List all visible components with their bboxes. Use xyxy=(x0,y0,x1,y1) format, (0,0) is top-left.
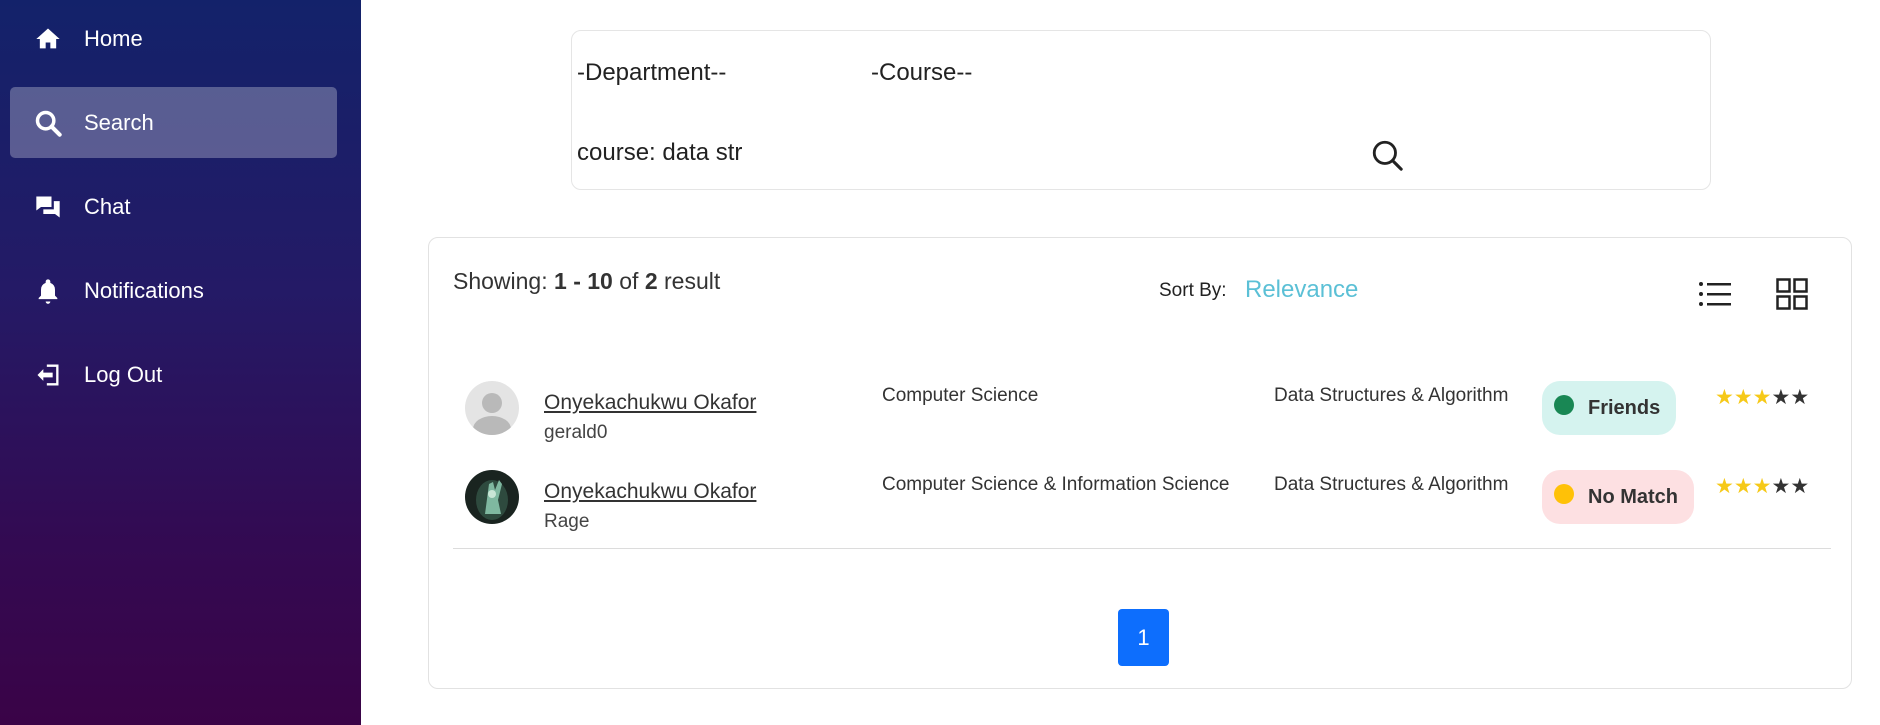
search-panel: -Department-- -Course-- xyxy=(571,30,1711,190)
grid-icon xyxy=(1776,278,1808,310)
star-icon: ★ xyxy=(1752,475,1772,498)
avatar xyxy=(465,470,519,524)
star-icon: ★ xyxy=(1733,386,1753,409)
chat-icon xyxy=(32,191,64,223)
of-label: of xyxy=(619,268,639,294)
star-icon: ★ xyxy=(1752,386,1772,409)
result-row: Onyekachukwu Okafor Rage Computer Scienc… xyxy=(453,470,1829,558)
search-input[interactable] xyxy=(577,139,1357,167)
star-icon: ★ xyxy=(1790,386,1810,409)
status-dot xyxy=(1554,395,1574,415)
status-label: Friends xyxy=(1588,396,1661,419)
status-badge: Friends xyxy=(1542,381,1677,435)
course-select[interactable]: -Course-- xyxy=(871,59,972,87)
search-button[interactable] xyxy=(1367,135,1407,175)
search-icon xyxy=(32,107,64,139)
sidebar-item-chat[interactable]: Chat xyxy=(10,171,337,242)
course: Data Structures & Algorithm xyxy=(1274,474,1509,495)
sidebar-item-label: Log Out xyxy=(84,361,163,387)
results-panel: Showing: 1 - 10 of 2 result Sort By: Rel… xyxy=(428,237,1852,689)
star-icon: ★ xyxy=(1715,386,1734,409)
list-icon xyxy=(1699,282,1731,306)
sidebar-item-label: Home xyxy=(84,25,143,51)
result-row: Onyekachukwu Okafor gerald0 Computer Sci… xyxy=(453,381,1829,469)
star-icon: ★ xyxy=(1790,475,1810,498)
avatar xyxy=(465,381,519,435)
sort-dropdown[interactable]: Relevance xyxy=(1245,276,1358,304)
results-range: 1 - 10 xyxy=(554,268,613,294)
department: Computer Science & Information Science xyxy=(882,474,1230,495)
results-count: 2 xyxy=(644,268,658,294)
course: Data Structures & Algorithm xyxy=(1274,385,1509,406)
sidebar-item-search[interactable]: Search xyxy=(10,87,337,158)
rating-stars: ★★★★★ xyxy=(1715,385,1809,410)
user-name-link[interactable]: Onyekachukwu Okafor xyxy=(544,480,756,504)
showing-label: Showing: xyxy=(453,268,548,294)
results-summary: Showing: 1 - 10 of 2 result xyxy=(453,268,720,295)
star-icon: ★ xyxy=(1715,475,1734,498)
result-label: result xyxy=(664,268,721,294)
star-icon: ★ xyxy=(1771,386,1791,409)
logout-icon xyxy=(32,359,64,391)
sidebar-item-logout[interactable]: Log Out xyxy=(10,339,337,410)
search-icon xyxy=(1372,140,1403,171)
status-badge: No Match xyxy=(1542,470,1694,524)
sidebar: Home Search Chat Notifications Log Out xyxy=(0,0,361,725)
sidebar-item-label: Chat xyxy=(84,193,131,219)
list-view-button[interactable] xyxy=(1697,276,1733,312)
username: Rage xyxy=(544,511,590,532)
user-name-link[interactable]: Onyekachukwu Okafor xyxy=(544,391,756,415)
sidebar-item-notifications[interactable]: Notifications xyxy=(10,255,337,326)
rating-stars: ★★★★★ xyxy=(1715,474,1809,499)
sidebar-item-label: Search xyxy=(84,109,154,135)
bell-icon xyxy=(32,275,64,307)
home-icon xyxy=(32,23,64,55)
star-icon: ★ xyxy=(1733,475,1753,498)
divider xyxy=(453,548,1831,549)
status-dot xyxy=(1554,484,1574,504)
pagination-page-button[interactable]: 1 xyxy=(1118,609,1169,666)
sidebar-item-home[interactable]: Home xyxy=(10,3,337,74)
grid-view-button[interactable] xyxy=(1774,276,1810,312)
sidebar-item-label: Notifications xyxy=(84,277,204,303)
sort-by-label: Sort By: xyxy=(1159,280,1227,301)
username: gerald0 xyxy=(544,422,608,443)
status-label: No Match xyxy=(1588,485,1678,508)
department: Computer Science xyxy=(882,385,1039,406)
star-icon: ★ xyxy=(1771,475,1791,498)
department-select[interactable]: -Department-- xyxy=(577,59,726,87)
